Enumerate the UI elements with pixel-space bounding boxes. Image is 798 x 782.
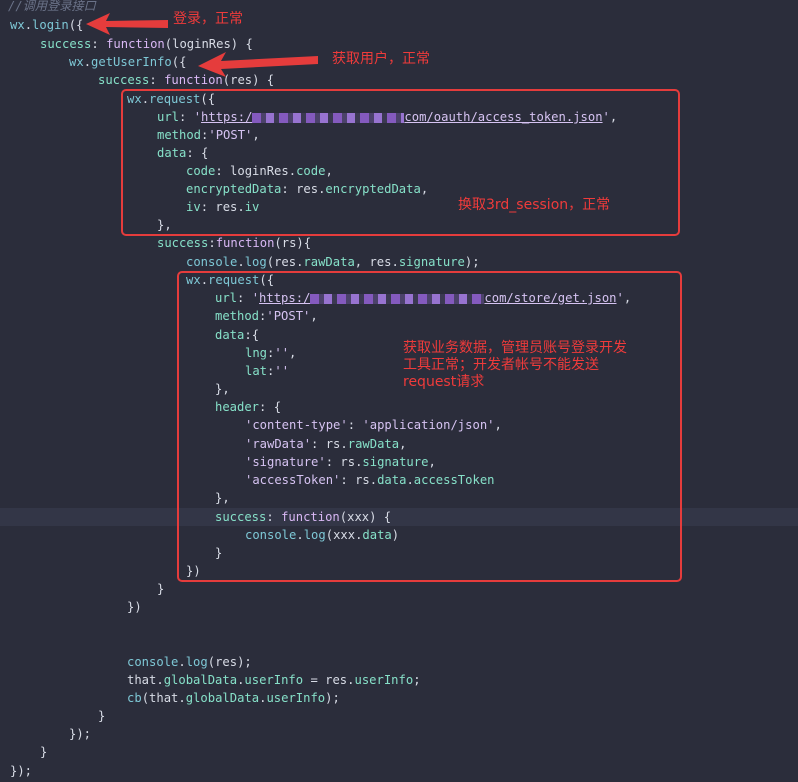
annotation-box-business (177, 271, 682, 582)
code-line: } (98, 709, 106, 723)
code-line: cb(that.globalData.userInfo); (127, 691, 340, 705)
arrow-left-icon (86, 13, 168, 35)
code-line: }); (69, 727, 92, 741)
code-line: } (40, 745, 48, 759)
annotation-get-user-info: 获取用户，正常 (332, 51, 430, 67)
code-line: wx.getUserInfo({ (69, 55, 187, 69)
arrow-left-icon (198, 52, 318, 77)
code-line: that.globalData.userInfo = res.userInfo; (127, 673, 421, 687)
code-line: console.log(res.rawData, res.signature); (186, 255, 480, 269)
annotation-session: 换取3rd_session，正常 (458, 197, 611, 213)
annotation-business: 获取业务数据，管理员账号登录开发 工具正常；开发者帐号不能发送 request请… (403, 340, 627, 390)
code-line: wx.login({ (10, 18, 84, 32)
code-line-comment: //调用登录接口 (8, 0, 96, 15)
code-line: success:function(rs){ (157, 236, 312, 250)
annotation-login: 登录，正常 (173, 11, 243, 27)
comment-text: //调用登录接口 (8, 0, 96, 13)
code-line: console.log(res); (127, 655, 252, 669)
code-line: }) (127, 600, 142, 614)
code-line: } (157, 582, 165, 596)
code-line: }); (10, 764, 33, 778)
